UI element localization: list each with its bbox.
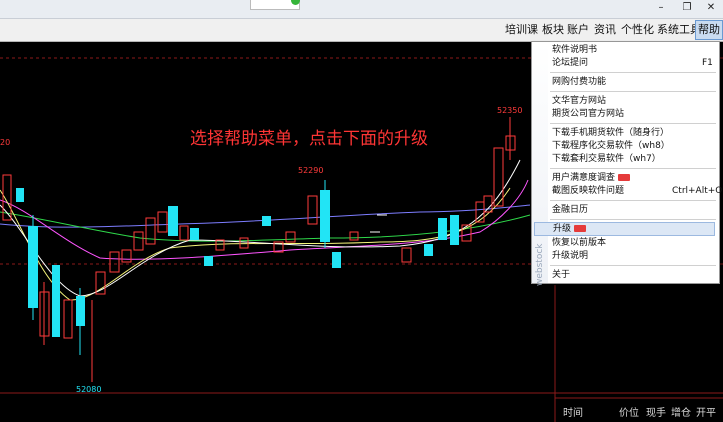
menu-separator [550, 91, 716, 92]
window-titlebar: – ❐ ✕ [0, 0, 723, 19]
price-label-low: 52080 [76, 385, 101, 394]
menu-news[interactable]: 资讯 [592, 22, 618, 38]
menu-item-survey-label: 用户满意度调查 [552, 173, 616, 183]
price-label-left: 20 [0, 138, 10, 147]
price-label-peak: 52290 [298, 166, 323, 175]
menu-item-restore-version[interactable]: 恢复以前版本 [552, 237, 606, 249]
menu-item-wh8-download[interactable]: 下载程序化交易软件（wh8） [552, 140, 670, 152]
menu-item-upgrade-notes[interactable]: 升级说明 [552, 250, 588, 262]
new-badge-icon [574, 225, 587, 232]
close-icon[interactable]: ✕ [704, 2, 718, 14]
menu-help[interactable]: 帮助 [695, 20, 723, 40]
footer-time: 时间 [563, 408, 583, 419]
new-badge-icon [618, 174, 631, 181]
footer-open-close: 开平 [696, 408, 716, 419]
menu-sectors[interactable]: 板块 [540, 22, 566, 38]
shortcut-ctrl-alt-o: Ctrl+Alt+O [672, 186, 723, 196]
menu-training[interactable]: 培训课 [503, 22, 540, 38]
menu-item-upgrade-label: 升级 [553, 224, 572, 234]
menu-item-official-site[interactable]: 文华官方网站 [552, 95, 606, 107]
footer-change: 增仓 [671, 408, 691, 419]
ma-line [0, 187, 511, 301]
annotation-text: 选择帮助菜单，点击下面的升级 [190, 129, 428, 149]
candles [2, 117, 516, 382]
menu-separator [550, 200, 716, 201]
minimize-icon[interactable]: – [654, 2, 668, 14]
help-dropdown-menu: 软件说明书 论坛提问 F1 网购付费功能 文华官方网站 期货公司官方网站 下载手… [531, 41, 723, 284]
menu-account[interactable]: 账户 [565, 22, 591, 38]
menu-item-upgrade[interactable]: 升级 [534, 222, 715, 236]
menu-item-mobile-download[interactable]: 下载手机期货软件（随身行） [552, 127, 669, 139]
menu-item-about[interactable]: 关于 [552, 269, 570, 281]
footer-price: 价位 [619, 408, 639, 419]
menu-item-report-issue[interactable]: 截图反映软件问题 [552, 185, 624, 197]
menu-separator [550, 168, 716, 169]
menu-item-survey[interactable]: 用户满意度调查 [552, 172, 631, 184]
menu-personalize[interactable]: 个性化 [619, 22, 656, 38]
footer-current: 现手 [646, 408, 666, 419]
price-label-top-right: 52350 [497, 106, 522, 115]
menu-separator [550, 123, 716, 124]
menu-item-paid-features[interactable]: 网购付费功能 [552, 76, 606, 88]
menu-separator [550, 219, 716, 220]
menu-item-calendar[interactable]: 金融日历 [552, 204, 588, 216]
menu-bar: 培训课 板块 账户 资讯 个性化 系统工具 帮助 [0, 19, 723, 42]
menu-item-wh7-download[interactable]: 下载套利交易软件（wh7） [552, 153, 661, 165]
shortcut-f1: F1 [702, 58, 713, 68]
menu-item-forum[interactable]: 论坛提问 [552, 57, 588, 69]
menu-item-manual[interactable]: 软件说明书 [552, 44, 597, 56]
menu-separator [550, 265, 716, 266]
restore-icon[interactable]: ❐ [680, 2, 694, 14]
menu-item-broker-site[interactable]: 期货公司官方网站 [552, 108, 624, 120]
menu-separator [550, 72, 716, 73]
webstock-watermark: webstock [535, 243, 545, 287]
